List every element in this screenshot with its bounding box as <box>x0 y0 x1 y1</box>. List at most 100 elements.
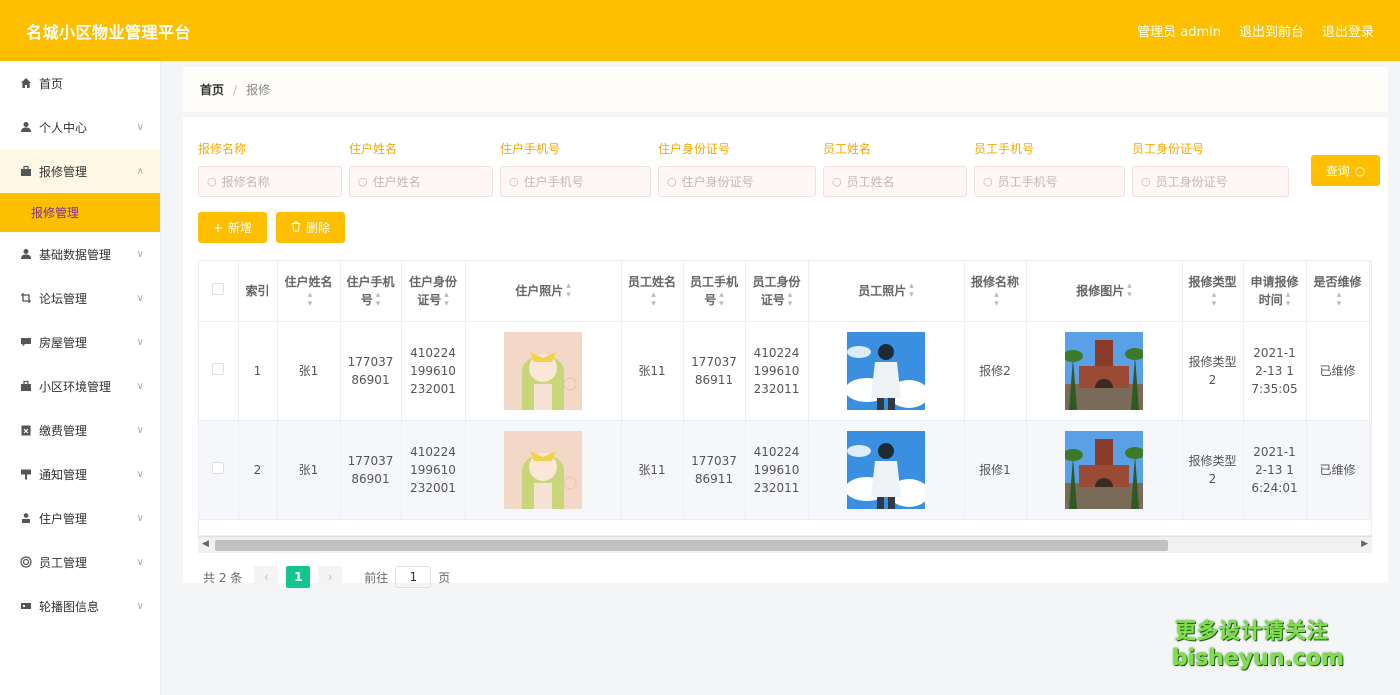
column-header[interactable]: 住户照片 ▴ ▾ <box>465 261 622 322</box>
repair-photo[interactable] <box>1065 331 1143 410</box>
exit-to-front-link[interactable]: 退出到前台 <box>1239 21 1304 40</box>
sidebar-item-payment[interactable]: 缴费管理 ∨ <box>0 408 160 452</box>
column-header[interactable]: 是否维修 ▴ ▾ <box>1306 261 1370 322</box>
add-button[interactable]: + 新增 <box>198 212 267 243</box>
staff-name-input[interactable]: ○ 员工姓名 <box>823 166 967 197</box>
row-checkbox[interactable] <box>212 362 225 375</box>
sort-icon[interactable]: ▴ ▾ <box>308 291 313 309</box>
column-header[interactable]: 住户身份证号 ▴ ▾ <box>401 261 466 322</box>
sidebar-item-repair[interactable]: 报修管理 ∧ <box>0 149 160 193</box>
column-header[interactable]: 员工姓名 ▴ ▾ <box>621 261 684 322</box>
column-header[interactable]: 报修名称 ▴ ▾ <box>964 261 1027 322</box>
sort-icon[interactable]: ▴ ▾ <box>444 291 449 309</box>
current-page[interactable]: 1 <box>286 566 311 588</box>
row-select-cell <box>199 420 239 520</box>
user-icon <box>19 121 32 134</box>
column-header[interactable]: 住户手机号 ▴ ▾ <box>340 261 402 322</box>
app-title: 名城小区物业管理平台 <box>26 22 192 42</box>
filter-label: 员工姓名 <box>823 142 872 156</box>
row-checkbox[interactable] <box>212 461 225 474</box>
sidebar-subitem-repair[interactable]: 报修管理 <box>0 193 160 232</box>
column-header: 索引 <box>238 261 278 322</box>
column-header-label: 住户姓名 <box>284 274 333 289</box>
cell-repair-type: 报修类型2 <box>1182 321 1244 421</box>
resident-icon <box>19 512 32 525</box>
sidebar-item-label: 首页 <box>39 76 64 91</box>
sort-icon[interactable]: ▴ ▾ <box>1127 282 1132 300</box>
column-header-label: 报修名称 <box>970 274 1019 289</box>
column-header[interactable]: 员工照片 ▴ ▾ <box>808 261 965 322</box>
filter-staff-id: 员工身份证号 ○ 员工身份证号 <box>1132 140 1289 197</box>
chevron-down-icon: ∨ <box>136 380 144 392</box>
resident-photo[interactable] <box>504 331 582 410</box>
sidebar-item-personal[interactable]: 个人中心 ∨ <box>0 105 160 149</box>
cell-resident-photo <box>465 420 622 520</box>
repair-photo[interactable] <box>1065 430 1143 509</box>
select-all-checkbox[interactable] <box>212 282 225 295</box>
column-header[interactable]: 员工手机号 ▴ ▾ <box>683 261 746 322</box>
goto-page-input[interactable]: 1 <box>395 566 432 588</box>
prev-page-button[interactable]: ‹ <box>254 566 279 588</box>
column-header-label: 员工姓名 <box>627 274 676 289</box>
column-header[interactable]: 员工身份证号 ▴ ▾ <box>745 261 809 322</box>
staff-phone-input[interactable]: ○ 员工手机号 <box>974 166 1125 197</box>
breadcrumb-home[interactable]: 首页 <box>200 81 224 98</box>
sort-icon[interactable]: ▴ ▾ <box>1286 291 1291 309</box>
sort-icon[interactable]: ▴ ▾ <box>909 282 914 300</box>
sidebar-item-staff[interactable]: 员工管理 ∨ <box>0 540 160 584</box>
sidebar-item-environment[interactable]: 小区环境管理 ∨ <box>0 364 160 408</box>
scrollbar-thumb[interactable] <box>215 540 1168 551</box>
trash-icon <box>291 221 301 235</box>
repair-table: 索引 住户姓名 ▴ ▾ 住户手机号 ▴ ▾ 住户身份证号 ▴ ▾ 住户照片 ▴ ▾ 员工姓名 ▴ ▾… <box>198 260 1372 536</box>
sort-icon[interactable]: ▴ ▾ <box>994 291 999 309</box>
search-icon: ○ <box>983 175 993 188</box>
sidebar-item-basic-data[interactable]: 基础数据管理 ∨ <box>0 232 160 276</box>
search-icon: ○ <box>1141 175 1151 188</box>
resident-phone-input[interactable]: ○ 住户手机号 <box>500 166 651 197</box>
sort-icon[interactable]: ▴ ▾ <box>1212 291 1217 309</box>
cell-staff-phone: 17703786911 <box>683 420 746 520</box>
sort-icon[interactable]: ▴ ▾ <box>1337 291 1342 309</box>
column-header[interactable]: 申请报修时间 ▴ ▾ <box>1243 261 1307 322</box>
query-label: 查询 <box>1325 164 1350 178</box>
top-bar: 名城小区物业管理平台 管理员 admin 退出到前台 退出登录 <box>0 0 1400 61</box>
filter-staff-name: 员工姓名 ○ 员工姓名 <box>823 140 967 197</box>
admin-label[interactable]: 管理员 admin <box>1137 21 1221 40</box>
staff-photo[interactable] <box>847 430 925 509</box>
delete-button[interactable]: 删除 <box>276 212 345 243</box>
horizontal-scrollbar[interactable]: ◀ ▶ <box>198 536 1372 553</box>
table-row[interactable]: 1 张1 17703786901 410224199610232001 张11 … <box>199 321 1371 421</box>
sidebar-item-notice[interactable]: 通知管理 ∨ <box>0 452 160 496</box>
repair-icon <box>19 165 32 178</box>
sort-icon[interactable]: ▴ ▾ <box>651 291 656 309</box>
next-page-button[interactable]: › <box>318 566 343 588</box>
staff-photo[interactable] <box>847 331 925 410</box>
table-header-row: 索引 住户姓名 ▴ ▾ 住户手机号 ▴ ▾ 住户身份证号 ▴ ▾ 住户照片 ▴ ▾ 员工姓名 ▴ ▾… <box>199 261 1371 322</box>
column-header[interactable]: 住户姓名 ▴ ▾ <box>277 261 341 322</box>
sidebar-item-carousel[interactable]: 轮播图信息 ∨ <box>0 584 160 628</box>
cell-staff-id: 410224199610232011 <box>745 321 809 421</box>
logout-link[interactable]: 退出登录 <box>1322 21 1374 40</box>
query-button[interactable]: 查询 ○ <box>1311 155 1380 186</box>
chevron-up-icon: ∧ <box>136 165 144 177</box>
sort-icon[interactable]: ▴ ▾ <box>788 291 793 309</box>
sort-icon[interactable]: ▴ ▾ <box>376 291 381 309</box>
sidebar-item-home[interactable]: 首页 <box>0 61 160 105</box>
sort-icon[interactable]: ▴ ▾ <box>719 291 724 309</box>
resident-photo[interactable] <box>504 430 582 509</box>
sidebar-item-forum[interactable]: 论坛管理 ∨ <box>0 276 160 320</box>
scroll-right-icon[interactable]: ▶ <box>1361 539 1368 549</box>
repair-name-input[interactable]: ○ 报修名称 <box>198 166 342 197</box>
column-header[interactable]: 报修图片 ▴ ▾ <box>1026 261 1183 322</box>
sort-icon[interactable]: ▴ ▾ <box>566 282 571 300</box>
table-row[interactable]: 2 张1 17703786901 410224199610232001 张11 … <box>199 420 1371 520</box>
resident-name-input[interactable]: ○ 住户姓名 <box>349 166 493 197</box>
sidebar-item-house[interactable]: 房屋管理 ∨ <box>0 320 160 364</box>
staff-id-input[interactable]: ○ 员工身份证号 <box>1132 166 1289 197</box>
cell-repair-name: 报修2 <box>964 321 1027 421</box>
resident-id-input[interactable]: ○ 住户身份证号 <box>658 166 816 197</box>
sidebar-item-resident[interactable]: 住户管理 ∨ <box>0 496 160 540</box>
column-header[interactable]: 报修类型 ▴ ▾ <box>1182 261 1244 322</box>
scroll-left-icon[interactable]: ◀ <box>202 539 209 549</box>
cell-resident-name: 张1 <box>277 321 341 421</box>
